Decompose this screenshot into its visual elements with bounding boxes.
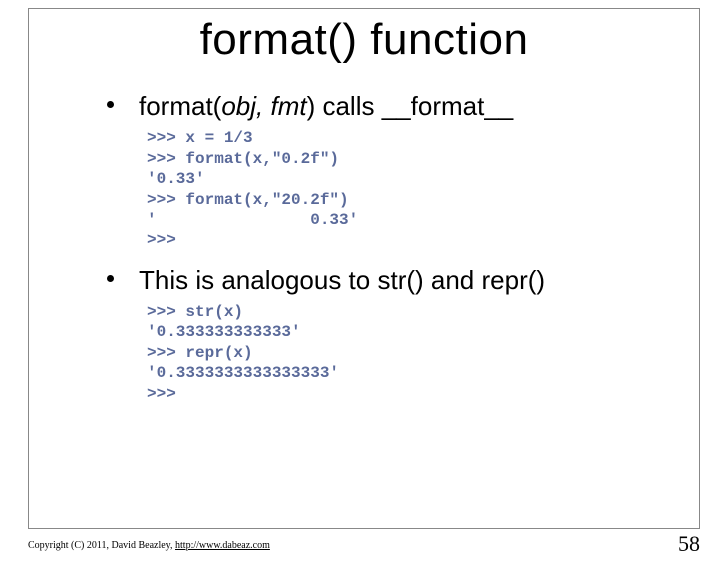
code-block: >>> x = 1/3 >>> format(x,"0.2f") '0.33' … <box>139 128 679 251</box>
page-number: 58 <box>678 531 700 557</box>
bullet-icon <box>107 101 114 108</box>
bullet-text: This is analogous to str() and repr() <box>139 265 545 295</box>
slide-content: format(obj, fmt) calls __format__ >>> x … <box>29 89 699 404</box>
footer-link[interactable]: http://www.dabeaz.com <box>175 540 270 551</box>
bullet-text-args: obj, fmt <box>221 91 306 121</box>
slide-title: format() function <box>29 15 699 65</box>
slide-frame: format() function format(obj, fmt) calls… <box>28 8 700 529</box>
bullet-text-prefix: format( <box>139 91 221 121</box>
code-block: >>> str(x) '0.333333333333' >>> repr(x) … <box>139 302 679 404</box>
footer-copyright: Copyright (C) 2011, David Beazley, <box>28 540 175 551</box>
bullet-item: format(obj, fmt) calls __format__ <box>139 89 679 124</box>
bullet-item: This is analogous to str() and repr() <box>139 263 679 298</box>
bullet-text-suffix: ) calls __format__ <box>307 91 514 121</box>
bullet-icon <box>107 275 114 282</box>
footer: Copyright (C) 2011, David Beazley, http:… <box>28 540 270 551</box>
